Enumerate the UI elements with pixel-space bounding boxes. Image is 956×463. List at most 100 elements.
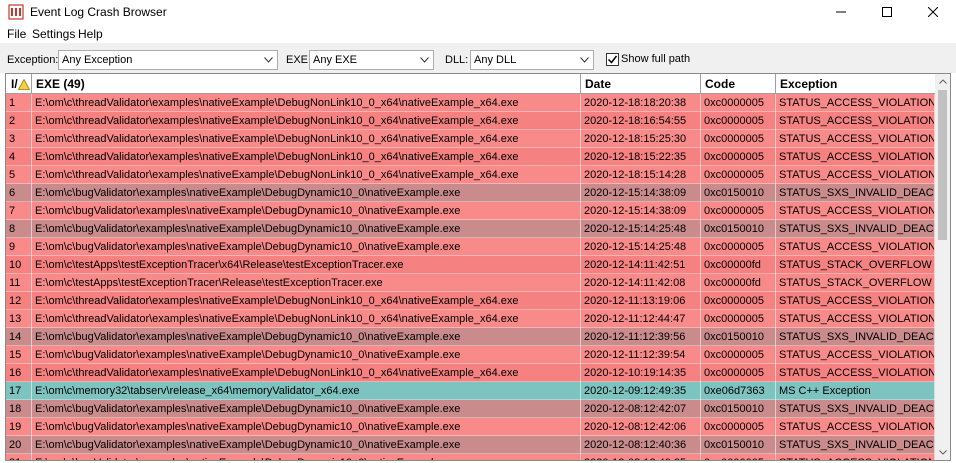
- warning-icon: [18, 79, 30, 90]
- table-row[interactable]: 16 E:\om\c\threadValidator\examples\nativ…: [6, 364, 935, 382]
- maximize-button[interactable]: [864, 0, 910, 24]
- chevron-down-icon: [264, 57, 273, 63]
- cell-exception: STATUS_ACCESS_VIOLATION: [776, 364, 935, 382]
- column-header-code[interactable]: Code: [701, 74, 776, 94]
- cell-index: 20: [6, 436, 32, 454]
- filter-toolbar: Exception: Any Exception EXE: Any EXE DL…: [0, 43, 956, 73]
- table-row[interactable]: 18 E:\om\c\bugValidator\examples\nativeEx…: [6, 400, 935, 418]
- cell-index: 7: [6, 202, 32, 220]
- scroll-up-button[interactable]: [935, 74, 950, 89]
- table-row[interactable]: 13 E:\om\c\threadValidator\examples\nativ…: [6, 310, 935, 328]
- cell-exe: E:\om\c\threadValidator\examples\nativeE…: [32, 292, 581, 310]
- scroll-down-button[interactable]: [935, 445, 950, 460]
- cell-date: 2020-12-11:12:39:54: [581, 346, 701, 364]
- cell-exe: E:\om\c\threadValidator\examples\nativeE…: [32, 310, 581, 328]
- cell-index: 13: [6, 310, 32, 328]
- cell-date: 2020-12-10:19:14:35: [581, 364, 701, 382]
- cell-code: 0xc0150010: [701, 184, 776, 202]
- cell-code: 0xc0000005: [701, 238, 776, 256]
- cell-exception: MS C++ Exception: [776, 382, 935, 400]
- vertical-scrollbar[interactable]: [935, 74, 950, 460]
- chevron-down-icon: [580, 57, 589, 63]
- table-row[interactable]: 4 E:\om\c\threadValidator\examples\native…: [6, 148, 935, 166]
- table-row[interactable]: 8 E:\om\c\bugValidator\examples\nativeExa…: [6, 220, 935, 238]
- cell-exe: E:\om\c\bugValidator\examples\nativeExam…: [32, 238, 581, 256]
- cell-exe: E:\om\c\bugValidator\examples\nativeExam…: [32, 346, 581, 364]
- minimize-button[interactable]: [818, 0, 864, 24]
- cell-code: 0xc0000005: [701, 292, 776, 310]
- table-row[interactable]: 17 E:\om\c\memory32\tabserv\release_x64\m…: [6, 382, 935, 400]
- table-header: I/ EXE (49) Date Code Exception: [6, 74, 935, 94]
- window-title: Event Log Crash Browser: [30, 5, 167, 19]
- table-row[interactable]: 10 E:\om\c\testApps\testExceptionTracer\x…: [6, 256, 935, 274]
- table-row[interactable]: 5 E:\om\c\threadValidator\examples\native…: [6, 166, 935, 184]
- cell-exception: STATUS_ACCESS_VIOLATION: [776, 346, 935, 364]
- cell-exception: STATUS_ACCESS_VIOLATION: [776, 112, 935, 130]
- exe-filter-value: Any EXE: [313, 54, 358, 66]
- cell-exe: E:\om\c\testApps\testExceptionTracer\x64…: [32, 256, 581, 274]
- cell-code: 0xc0150010: [701, 220, 776, 238]
- cell-date: 2020-12-15:14:25:48: [581, 238, 701, 256]
- cell-code: 0xe06d7363: [701, 382, 776, 400]
- column-header-index[interactable]: I/: [6, 74, 32, 94]
- dll-filter-label: DLL:: [445, 54, 469, 66]
- cell-exception: STATUS_ACCESS_VIOLATION: [776, 238, 935, 256]
- cell-exe: E:\om\c\bugValidator\examples\nativeExam…: [32, 400, 581, 418]
- table-row[interactable]: 2 E:\om\c\threadValidator\examples\native…: [6, 112, 935, 130]
- show-full-path-checkbox[interactable]: [606, 53, 619, 66]
- exe-filter-select[interactable]: Any EXE: [309, 50, 434, 70]
- table-row[interactable]: 19 E:\om\c\bugValidator\examples\nativeEx…: [6, 418, 935, 436]
- cell-exception: STATUS_STACK_OVERFLOW: [776, 256, 935, 274]
- cell-code: 0xc0000005: [701, 148, 776, 166]
- menu-settings[interactable]: Settings: [32, 27, 75, 41]
- cell-exe: E:\om\c\bugValidator\examples\nativeExam…: [32, 454, 581, 460]
- cell-exception: STATUS_SXS_INVALID_DEACTIVATION: [776, 220, 935, 238]
- table-row[interactable]: 1 E:\om\c\threadValidator\examples\native…: [6, 94, 935, 112]
- cell-code: 0xc00000fd: [701, 256, 776, 274]
- table-row[interactable]: 12 E:\om\c\threadValidator\examples\nativ…: [6, 292, 935, 310]
- column-header-exception[interactable]: Exception: [776, 74, 935, 94]
- cell-exception: STATUS_ACCESS_VIOLATION: [776, 130, 935, 148]
- table-row[interactable]: 15 E:\om\c\bugValidator\examples\nativeEx…: [6, 346, 935, 364]
- cell-code: 0xc0000005: [701, 346, 776, 364]
- table-row[interactable]: 20 E:\om\c\bugValidator\examples\nativeEx…: [6, 436, 935, 454]
- cell-exception: STATUS_ACCESS_VIOLATION: [776, 202, 935, 220]
- table-row[interactable]: 11 E:\om\c\testApps\testExceptionTracer\R…: [6, 274, 935, 292]
- menu-file[interactable]: File: [7, 27, 26, 41]
- column-header-date[interactable]: Date: [581, 74, 701, 94]
- cell-date: 2020-12-18:16:54:55: [581, 112, 701, 130]
- cell-exception: STATUS_ACCESS_VIOLATION: [776, 94, 935, 112]
- close-button[interactable]: [910, 0, 956, 24]
- cell-index: 11: [6, 274, 32, 292]
- table-row[interactable]: 9 E:\om\c\bugValidator\examples\nativeExa…: [6, 238, 935, 256]
- cell-code: 0xc0000005: [701, 112, 776, 130]
- cell-code: 0xc0150010: [701, 400, 776, 418]
- table-row[interactable]: 3 E:\om\c\threadValidator\examples\native…: [6, 130, 935, 148]
- cell-exe: E:\om\c\bugValidator\examples\nativeExam…: [32, 328, 581, 346]
- table-row[interactable]: 21E:\om\c\bugValidator\examples\nativeEx…: [6, 454, 935, 460]
- dll-filter-select[interactable]: Any DLL: [470, 50, 594, 70]
- cell-index: 5: [6, 166, 32, 184]
- cell-index: 17: [6, 382, 32, 400]
- cell-exe: E:\om\c\testApps\testExceptionTracer\Rel…: [32, 274, 581, 292]
- exception-filter-select[interactable]: Any Exception: [58, 50, 278, 70]
- table-row[interactable]: 14 E:\om\c\bugValidator\examples\nativeEx…: [6, 328, 935, 346]
- cell-exe: E:\om\c\threadValidator\examples\nativeE…: [32, 364, 581, 382]
- cell-exception: STATUS_ACCESS_VIOLATION: [776, 148, 935, 166]
- scrollbar-thumb[interactable]: [938, 90, 947, 240]
- cell-date: 2020-12-18:18:20:38: [581, 94, 701, 112]
- cell-exe: E:\om\c\threadValidator\examples\nativeE…: [32, 112, 581, 130]
- cell-date: 2020-12-18:15:25:30: [581, 130, 701, 148]
- show-full-path-label[interactable]: Show full path: [621, 53, 690, 65]
- column-header-exe[interactable]: EXE (49): [32, 74, 581, 94]
- cell-index: 6: [6, 184, 32, 202]
- menu-help[interactable]: Help: [78, 27, 103, 41]
- cell-code: 0xc0150010: [701, 328, 776, 346]
- app-icon: [8, 4, 24, 20]
- table-row[interactable]: 7 E:\om\c\bugValidator\examples\nativeExa…: [6, 202, 935, 220]
- table-row[interactable]: 6 E:\om\c\bugValidator\examples\nativeExa…: [6, 184, 935, 202]
- cell-date: 2020-12-14:11:42:08: [581, 274, 701, 292]
- cell-index: 14: [6, 328, 32, 346]
- cell-index: 8: [6, 220, 32, 238]
- cell-index: 1: [6, 94, 32, 112]
